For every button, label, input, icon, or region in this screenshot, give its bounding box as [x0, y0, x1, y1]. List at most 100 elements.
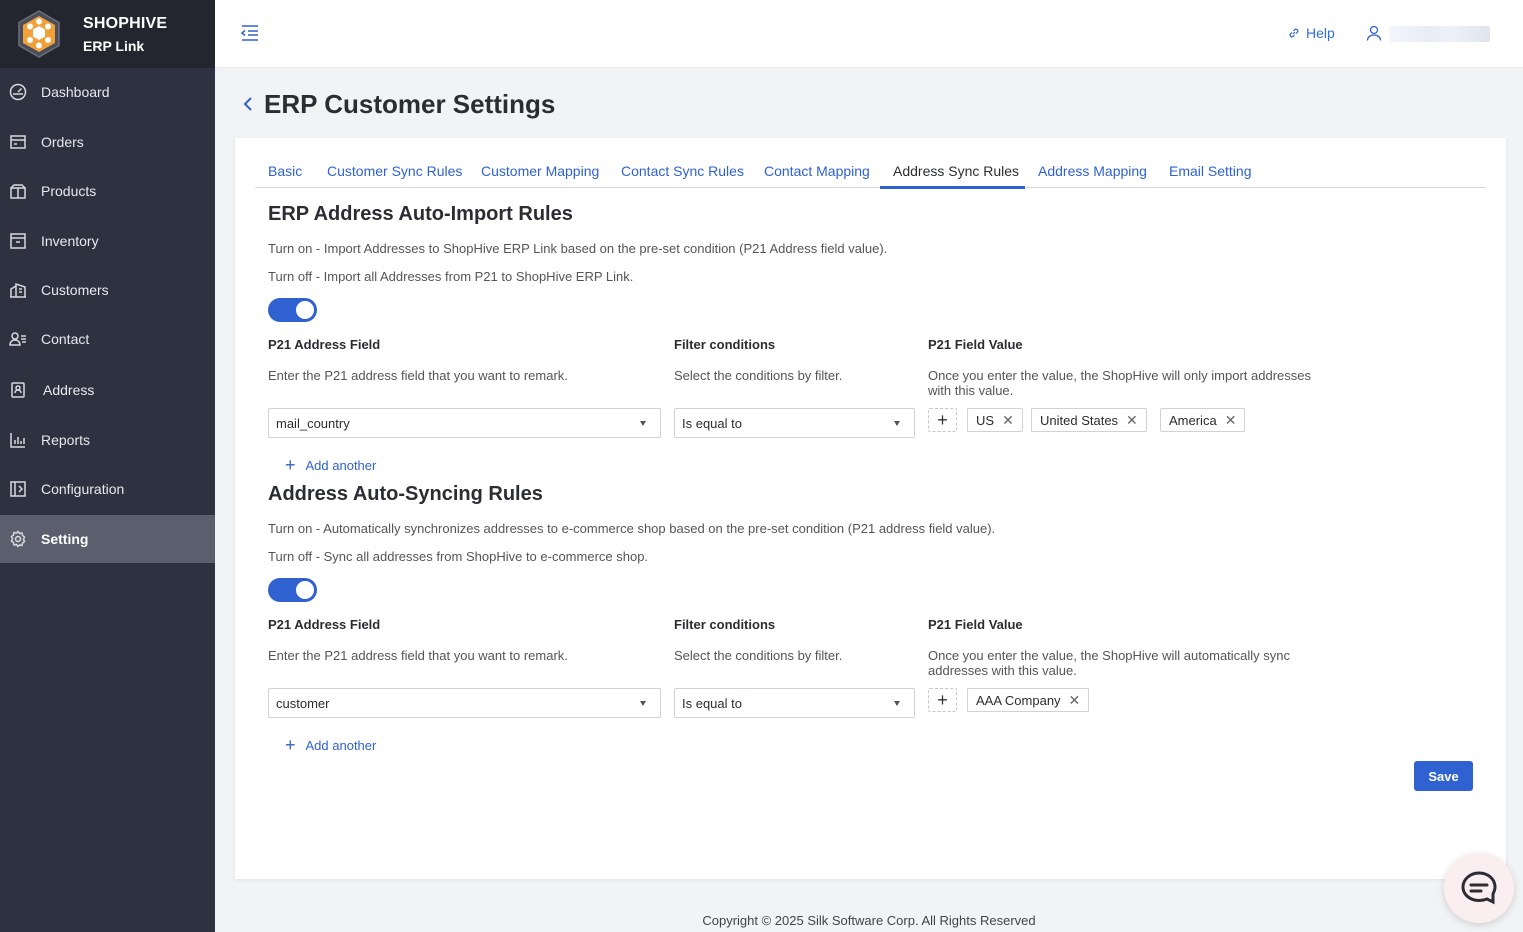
remove-tag-icon[interactable]: ✕ — [1002, 412, 1014, 429]
tab-basic[interactable]: Basic — [268, 163, 302, 179]
add-another-label: Add another — [305, 738, 377, 753]
remove-tag-icon[interactable]: ✕ — [1225, 412, 1237, 429]
tab-contact-mapping[interactable]: Contact Mapping — [764, 163, 870, 179]
shophive-logo-icon — [18, 10, 60, 58]
tab-address-sync-rules[interactable]: Address Sync Rules — [893, 163, 1019, 179]
save-button[interactable]: Save — [1414, 761, 1473, 791]
value-tag: America ✕ — [1160, 408, 1246, 432]
import-add-another-button[interactable]: + Add another — [285, 455, 377, 475]
tag-label: AAA Company — [976, 692, 1061, 708]
brand-subtitle: ERP Link — [83, 37, 145, 54]
sync-turn-off-description: Turn off - Sync all addresses from ShopH… — [268, 549, 649, 564]
sync-address-field-select[interactable]: customer — [268, 688, 661, 718]
top-header: Help — [215, 0, 1523, 68]
sidebar-item-dashboard[interactable]: Dashboard — [0, 68, 215, 116]
import-field-label: P21 Address Field — [268, 337, 381, 352]
add-value-button[interactable]: + — [928, 688, 957, 712]
import-value-label: P21 Field Value — [928, 337, 1023, 352]
products-icon — [9, 182, 27, 200]
value-tag: AAA Company ✕ — [967, 688, 1090, 712]
sync-add-another-button[interactable]: + Add another — [285, 736, 377, 754]
tab-contact-sync-rules[interactable]: Contact Sync Rules — [621, 163, 744, 179]
sync-field-label: P21 Address Field — [268, 617, 381, 632]
link-icon — [1289, 28, 1299, 38]
address-icon — [9, 381, 27, 399]
import-address-field-select[interactable]: mail_country — [268, 408, 661, 438]
sync-turn-on-description: Turn on - Automatically synchronizes add… — [268, 521, 996, 536]
tag-label: United States — [1040, 412, 1119, 428]
dashboard-icon — [9, 83, 27, 101]
contact-icon — [9, 330, 27, 348]
orders-icon — [9, 133, 27, 151]
caret-down-icon — [894, 701, 900, 706]
sidebar-item-reports[interactable]: Reports — [0, 416, 215, 464]
import-filter-help: Select the conditions by filter. — [674, 368, 843, 383]
settings-card: Basic Customer Sync Rules Customer Mappi… — [235, 138, 1506, 879]
caret-down-icon — [640, 701, 646, 706]
toggle-knob — [296, 301, 314, 319]
import-filter-label: Filter conditions — [674, 337, 776, 352]
sidebar-item-products[interactable]: Products — [0, 167, 215, 215]
active-tab-indicator — [880, 186, 1025, 189]
page-title: ERP Customer Settings — [264, 89, 556, 119]
sidebar-item-contact[interactable]: Contact — [0, 315, 215, 363]
sidebar-item-label: Reports — [41, 432, 91, 448]
sync-value-help: Once you enter the value, the ShopHive w… — [928, 648, 1291, 678]
menu-collapse-icon[interactable] — [240, 24, 260, 42]
add-value-button[interactable]: + — [928, 408, 957, 432]
sidebar-item-label: Configuration — [41, 481, 125, 497]
sync-rules-title: Address Auto-Syncing Rules — [268, 483, 543, 505]
sync-rules-toggle[interactable] — [268, 578, 317, 602]
footer-copyright: Copyright © 2025 Silk Software Corp. All… — [702, 913, 1036, 928]
remove-tag-icon[interactable]: ✕ — [1126, 412, 1138, 429]
import-field-help: Enter the P21 address field that you wan… — [268, 368, 568, 383]
tab-customer-mapping[interactable]: Customer Mapping — [481, 163, 599, 179]
sync-value-label: P21 Field Value — [928, 617, 1023, 632]
sidebar-item-configuration[interactable]: Configuration — [0, 465, 215, 513]
sidebar-item-label: Customers — [41, 282, 109, 298]
sidebar-item-label: Setting — [41, 531, 89, 547]
import-turn-off-description: Turn off - Import all Addresses from P21… — [268, 269, 634, 284]
brand-name: SHOPHIVE — [83, 14, 168, 32]
sidebar-item-inventory[interactable]: Inventory — [0, 217, 215, 265]
help-link[interactable]: Help — [1288, 25, 1335, 41]
user-icon[interactable] — [1366, 25, 1382, 41]
tab-bar: Basic Customer Sync Rules Customer Mappi… — [255, 156, 1486, 189]
configuration-icon — [9, 480, 27, 498]
brand: SHOPHIVE ERP Link — [0, 0, 215, 68]
setting-icon — [9, 530, 27, 548]
sync-filter-select[interactable]: Is equal to — [674, 688, 915, 718]
sidebar-item-label: Contact — [41, 331, 90, 347]
tab-address-mapping[interactable]: Address Mapping — [1038, 163, 1147, 179]
tag-label: America — [1169, 412, 1217, 428]
chat-icon — [1461, 871, 1497, 905]
value-tag: United States ✕ — [1031, 408, 1147, 432]
sidebar-item-customers[interactable]: Customers — [0, 266, 215, 314]
import-value-help: Once you enter the value, the ShopHive w… — [928, 368, 1311, 398]
sync-filter-label: Filter conditions — [674, 617, 776, 632]
tab-email-setting[interactable]: Email Setting — [1169, 163, 1251, 179]
add-another-label: Add another — [305, 458, 377, 473]
sidebar-item-orders[interactable]: Orders — [0, 118, 215, 166]
sidebar-item-setting[interactable]: Setting — [0, 515, 215, 563]
sidebar-item-address[interactable]: Address — [0, 366, 215, 414]
remove-tag-icon[interactable]: ✕ — [1069, 692, 1081, 709]
sidebar: SHOPHIVE ERP Link Dashboard Orders Produ… — [0, 0, 215, 932]
plus-icon: + — [285, 455, 296, 475]
select-value: customer — [276, 695, 330, 711]
user-name-redacted[interactable] — [1389, 26, 1490, 42]
tab-customer-sync-rules[interactable]: Customer Sync Rules — [327, 163, 462, 179]
import-rules-toggle[interactable] — [268, 298, 317, 322]
chat-support-button[interactable] — [1444, 853, 1514, 923]
reports-icon — [9, 431, 27, 449]
value-tag: US ✕ — [967, 408, 1023, 432]
sidebar-item-label: Products — [41, 183, 97, 199]
sidebar-item-label: Orders — [41, 134, 84, 150]
import-filter-select[interactable]: Is equal to — [674, 408, 915, 438]
back-arrow-icon[interactable] — [241, 95, 257, 113]
inventory-icon — [9, 232, 27, 250]
import-rules-title: ERP Address Auto-Import Rules — [268, 203, 573, 225]
tag-label: US — [976, 412, 995, 428]
sync-filter-help: Select the conditions by filter. — [674, 648, 843, 663]
select-value: mail_country — [276, 415, 350, 431]
